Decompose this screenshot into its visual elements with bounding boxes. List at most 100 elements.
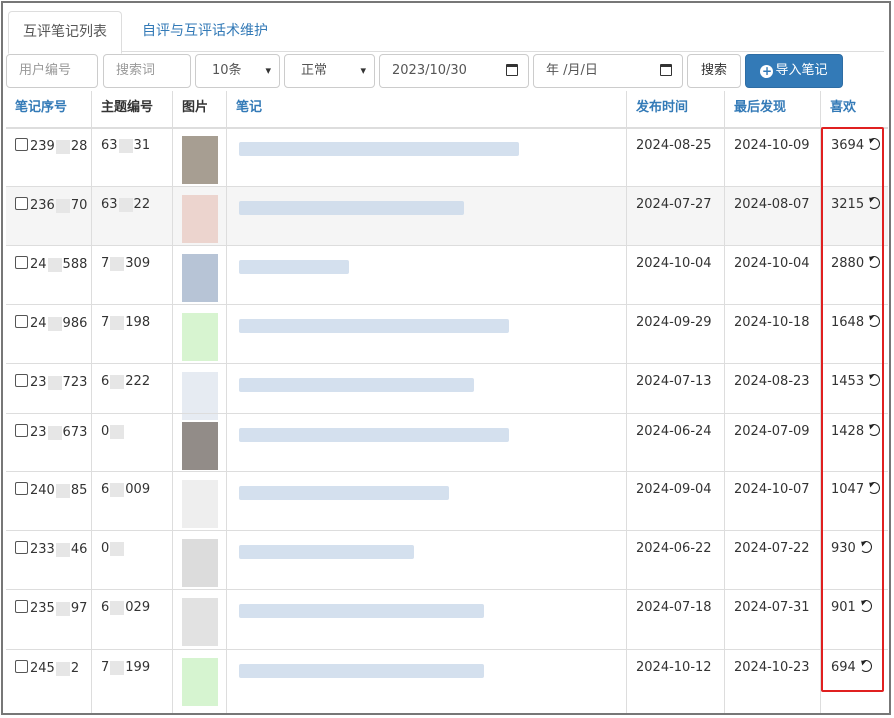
redacted-digits xyxy=(110,315,125,330)
redacted-digits xyxy=(47,375,62,390)
note-thumbnail[interactable] xyxy=(182,658,218,706)
table-row[interactable]: 24 588 7 309 2024-10-04 2024-10-04 2880 xyxy=(6,245,888,304)
row-checkbox[interactable] xyxy=(15,424,28,437)
chevron-down-icon: ▾ xyxy=(265,64,271,77)
note-link-redacted[interactable] xyxy=(239,378,474,392)
note-thumbnail[interactable] xyxy=(182,480,218,528)
topic-id-part: 6 xyxy=(101,482,110,497)
note-id-part: 233 xyxy=(30,542,55,557)
row-checkbox[interactable] xyxy=(15,541,28,554)
row-checkbox[interactable] xyxy=(15,600,28,613)
calendar-icon[interactable] xyxy=(660,64,672,76)
col-note-id[interactable]: 笔记序号 xyxy=(6,91,92,127)
row-checkbox[interactable] xyxy=(15,315,28,328)
table-row[interactable]: 233 46 0 2024-06-22 2024-07-22 930 xyxy=(6,530,888,589)
last-seen-date: 2024-07-09 xyxy=(734,424,810,439)
search-button[interactable]: 搜索 xyxy=(687,54,741,88)
keyword-input[interactable]: 搜索词 xyxy=(103,54,191,88)
topic-id-part: 6 xyxy=(101,374,110,389)
tab-script-maintenance[interactable]: 自评与互评话术维护 xyxy=(128,11,282,51)
topic-id-cell: 6 029 xyxy=(101,600,150,615)
col-note[interactable]: 笔记 xyxy=(227,91,627,127)
note-id-part: 236 xyxy=(30,198,55,213)
table-row[interactable]: 235 97 6 029 2024-07-18 2024-07-31 901 xyxy=(6,589,888,649)
note-link-redacted[interactable] xyxy=(239,664,484,678)
note-link-redacted[interactable] xyxy=(239,201,464,215)
note-id-part: 673 xyxy=(62,425,88,440)
date-to-input[interactable]: 年 /月/日 xyxy=(533,54,683,88)
note-thumbnail[interactable] xyxy=(182,539,218,587)
last-seen-date: 2024-08-07 xyxy=(734,197,810,212)
note-link-redacted[interactable] xyxy=(239,604,484,618)
topic-id-part: 7 xyxy=(101,315,110,330)
note-thumbnail[interactable] xyxy=(182,313,218,361)
row-checkbox[interactable] xyxy=(15,256,28,269)
note-link-redacted[interactable] xyxy=(239,260,349,274)
last-seen-date: 2024-10-09 xyxy=(734,138,810,153)
note-id-part: 85 xyxy=(70,483,88,498)
topic-id-part: 199 xyxy=(125,660,151,675)
note-id-part: 588 xyxy=(62,257,88,272)
table-row[interactable]: 239 28 63 31 2024-08-25 2024-10-09 3694 xyxy=(6,127,888,186)
note-link-redacted[interactable] xyxy=(239,545,414,559)
note-thumbnail[interactable] xyxy=(182,136,218,184)
note-thumbnail[interactable] xyxy=(182,422,218,470)
topic-id-cell: 0 xyxy=(101,541,125,556)
row-checkbox[interactable] xyxy=(15,374,28,387)
user-id-input[interactable]: 用户编号 xyxy=(6,54,98,88)
column-divider xyxy=(724,91,725,713)
topic-id-cell: 6 222 xyxy=(101,374,150,389)
table-row[interactable]: 24 986 7 198 2024-09-29 2024-10-18 1648 xyxy=(6,304,888,363)
note-link-redacted[interactable] xyxy=(239,428,509,442)
table-row[interactable]: 23 673 0 2024-06-24 2024-07-09 1428 xyxy=(6,413,888,471)
note-id-part: 245 xyxy=(30,661,55,676)
published-date: 2024-06-22 xyxy=(636,541,712,556)
tab-peer-review-notes[interactable]: 互评笔记列表 xyxy=(8,11,122,54)
plus-circle-icon: + xyxy=(760,64,774,78)
calendar-icon[interactable] xyxy=(506,64,518,76)
note-thumbnail[interactable] xyxy=(182,195,218,243)
tab-bar: 互评笔记列表 自评与互评话术维护 xyxy=(8,9,884,54)
topic-id-part: 0 xyxy=(101,424,110,439)
column-divider xyxy=(226,91,227,713)
column-divider xyxy=(91,91,92,713)
note-link-redacted[interactable] xyxy=(239,486,449,500)
note-id-part: 23 xyxy=(30,375,47,390)
date-from-input[interactable]: 2023/10/30 xyxy=(379,54,529,88)
column-divider xyxy=(172,91,173,713)
note-link-redacted[interactable] xyxy=(239,142,519,156)
topic-id-cell: 0 xyxy=(101,424,125,439)
note-id-cell: 235 97 xyxy=(15,600,87,616)
redacted-digits xyxy=(47,425,62,440)
published-date: 2024-07-13 xyxy=(636,374,712,389)
note-thumbnail[interactable] xyxy=(182,598,218,646)
topic-id-part: 7 xyxy=(101,256,110,271)
import-notes-label: 导入笔记 xyxy=(775,63,828,78)
note-id-cell: 24 588 xyxy=(15,256,87,272)
redacted-digits xyxy=(110,374,125,389)
note-id-cell: 240 85 xyxy=(15,482,87,498)
table-row[interactable]: 240 85 6 009 2024-09-04 2024-10-07 1047 xyxy=(6,471,888,530)
status-select[interactable]: 正常 ▾ xyxy=(284,54,375,88)
col-likes[interactable]: 喜欢 xyxy=(821,91,888,127)
published-date: 2024-07-27 xyxy=(636,197,712,212)
note-id-part: 97 xyxy=(70,601,88,616)
note-id-part: 70 xyxy=(70,198,88,213)
col-published[interactable]: 发布时间 xyxy=(627,91,725,127)
col-topic-id: 主题编号 xyxy=(101,100,154,115)
app-frame: 互评笔记列表 自评与互评话术维护 用户编号 搜索词 10条 ▾ 正常 ▾ 202… xyxy=(1,1,891,715)
topic-id-part: 029 xyxy=(125,600,151,615)
col-last-seen[interactable]: 最后发现 xyxy=(725,91,821,127)
page-size-select[interactable]: 10条 ▾ xyxy=(195,54,280,88)
row-checkbox[interactable] xyxy=(15,138,28,151)
table-row[interactable]: 23 723 6 222 2024-07-13 2024-08-23 1453 xyxy=(6,363,888,420)
row-checkbox[interactable] xyxy=(15,660,28,673)
note-thumbnail[interactable] xyxy=(182,254,218,302)
table-row[interactable]: 245 2 7 199 2024-10-12 2024-10-23 694 xyxy=(6,649,888,709)
row-checkbox[interactable] xyxy=(15,197,28,210)
note-link-redacted[interactable] xyxy=(239,319,509,333)
row-checkbox[interactable] xyxy=(15,482,28,495)
table-row[interactable]: 236 70 63 22 2024-07-27 2024-08-07 3215 xyxy=(6,186,888,245)
last-seen-date: 2024-07-31 xyxy=(734,600,810,615)
import-notes-button[interactable]: + 导入笔记 xyxy=(745,54,843,88)
